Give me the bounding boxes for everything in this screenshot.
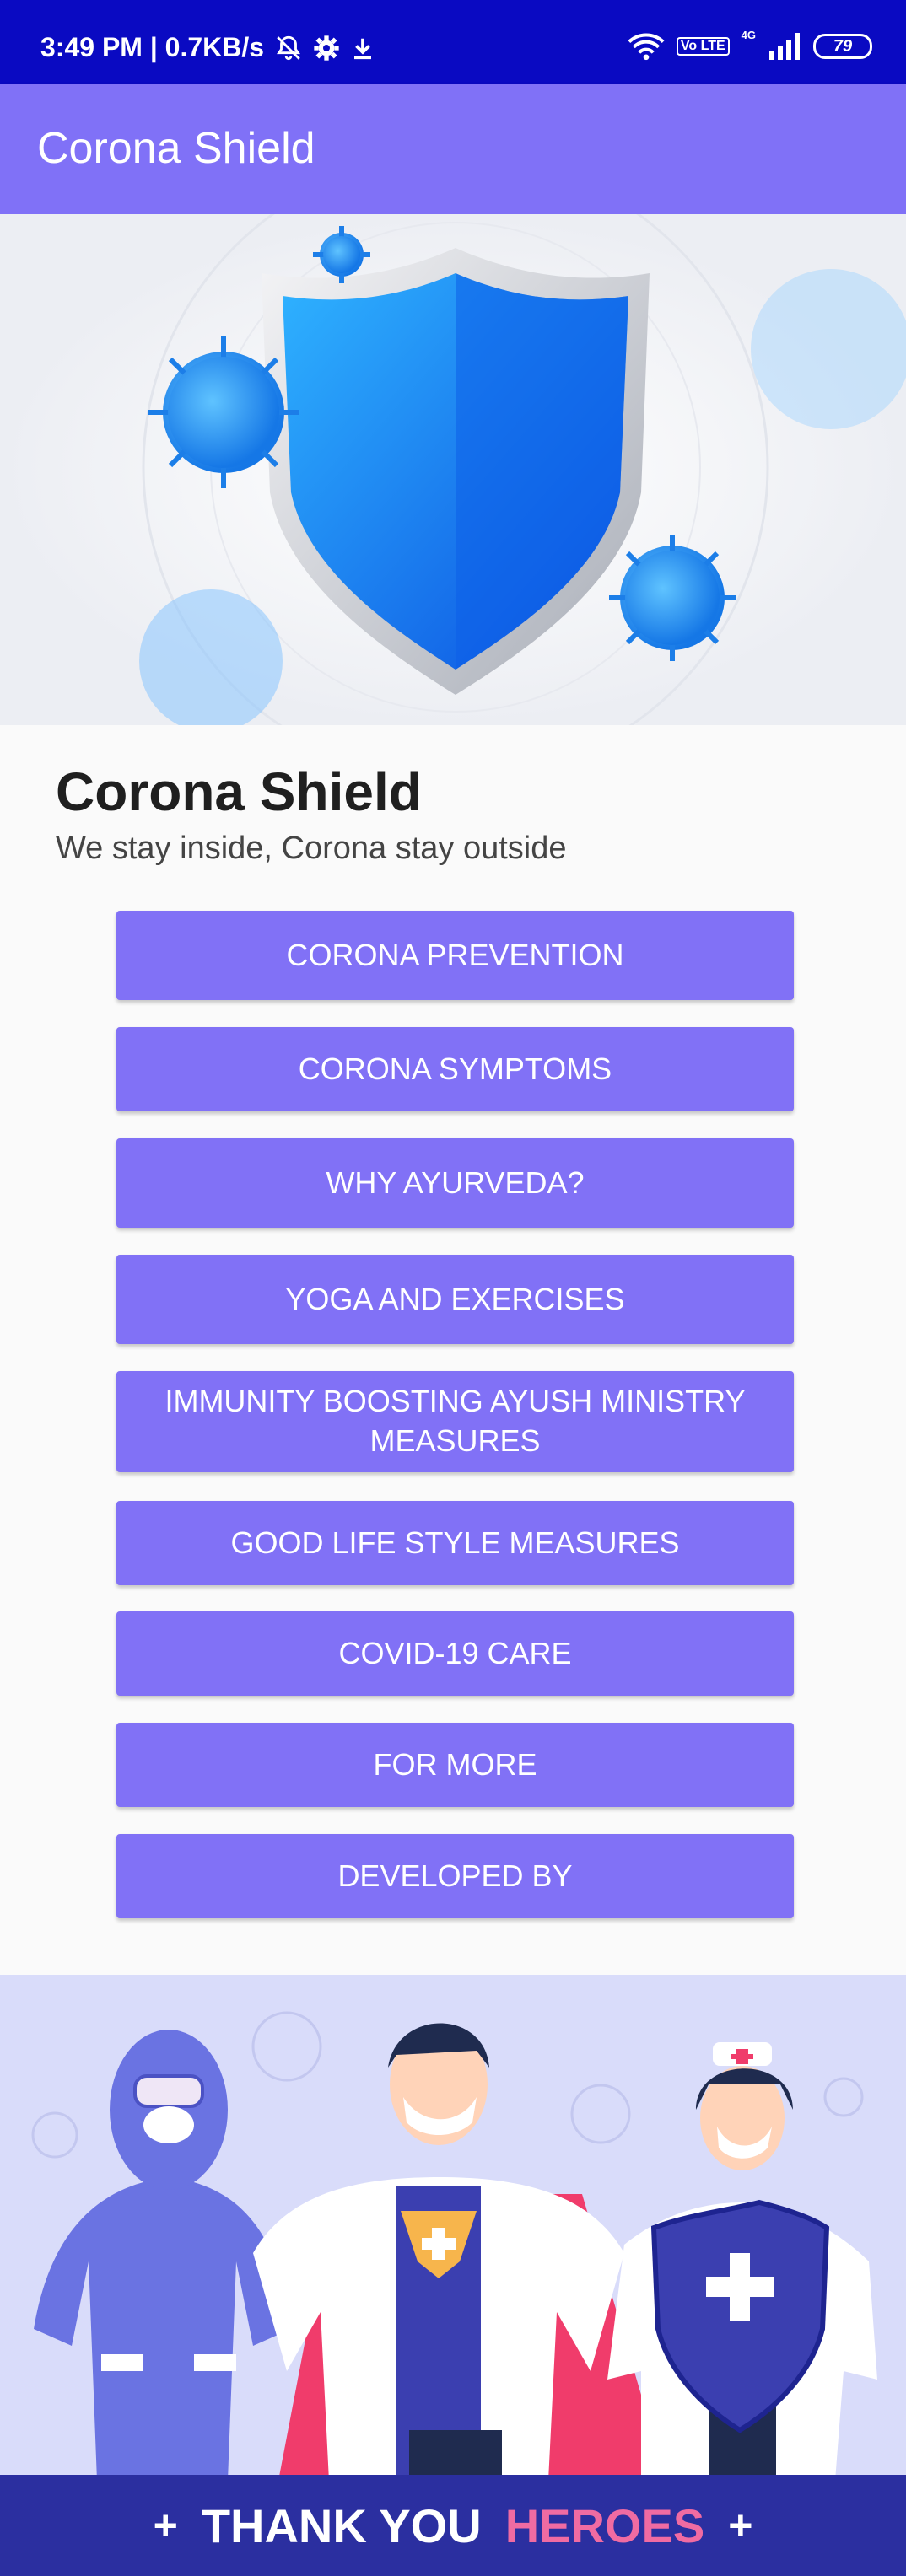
yoga-and-exercises-button[interactable]: YOGA AND EXERCISES <box>116 1255 794 1344</box>
corona-symptoms-button[interactable]: CORONA SYMPTOMS <box>116 1027 794 1111</box>
battery-level: 79 <box>833 36 853 56</box>
heroes-text: HEROES <box>504 2498 705 2552</box>
volte-badge: Vo LTE <box>676 37 730 56</box>
immunity-boosting-button[interactable]: IMMUNITY BOOSTING AYUSH MINISTRY MEASURE… <box>116 1371 794 1472</box>
thank-you-heroes-strip: + THANK YOU HEROES + <box>0 2475 906 2576</box>
for-more-button[interactable]: FOR MORE <box>116 1723 794 1807</box>
developed-by-button[interactable]: DEVELOPED BY <box>116 1834 794 1918</box>
status-bar: 3:49 PM | 0.7KB/s Vo LTE 4G 79 <box>0 0 906 84</box>
app-bar-title: Corona Shield <box>37 124 315 173</box>
corona-prevention-button[interactable]: CORONA PREVENTION <box>116 911 794 1000</box>
hero-image <box>0 214 906 725</box>
shield-virus-illustration <box>0 214 906 725</box>
thank-you-text: THANK YOU <box>201 2498 482 2552</box>
status-right: Vo LTE 4G 79 <box>628 28 872 61</box>
settings-gear-icon <box>314 35 339 61</box>
notifications-off-icon <box>277 35 301 60</box>
status-left: 3:49 PM | 0.7KB/s <box>40 32 375 63</box>
plus-icon: + <box>153 2502 178 2549</box>
app-bar: Corona Shield <box>0 84 906 214</box>
wifi-icon <box>628 33 665 61</box>
download-icon <box>354 38 372 59</box>
covid-19-care-button[interactable]: COVID-19 CARE <box>116 1611 794 1696</box>
signal-strength-icon <box>769 33 800 60</box>
good-life-style-button[interactable]: GOOD LIFE STYLE MEASURES <box>116 1501 794 1585</box>
network-type-label: 4G <box>741 28 756 41</box>
battery-icon: 79 <box>813 34 872 59</box>
page-headline: Corona Shield <box>56 761 422 822</box>
why-ayurveda-button[interactable]: WHY AYURVEDA? <box>116 1138 794 1228</box>
status-time-speed: 3:49 PM | 0.7KB/s <box>40 32 265 62</box>
page-tagline: We stay inside, Corona stay outside <box>56 831 567 866</box>
plus-icon: + <box>728 2502 753 2549</box>
